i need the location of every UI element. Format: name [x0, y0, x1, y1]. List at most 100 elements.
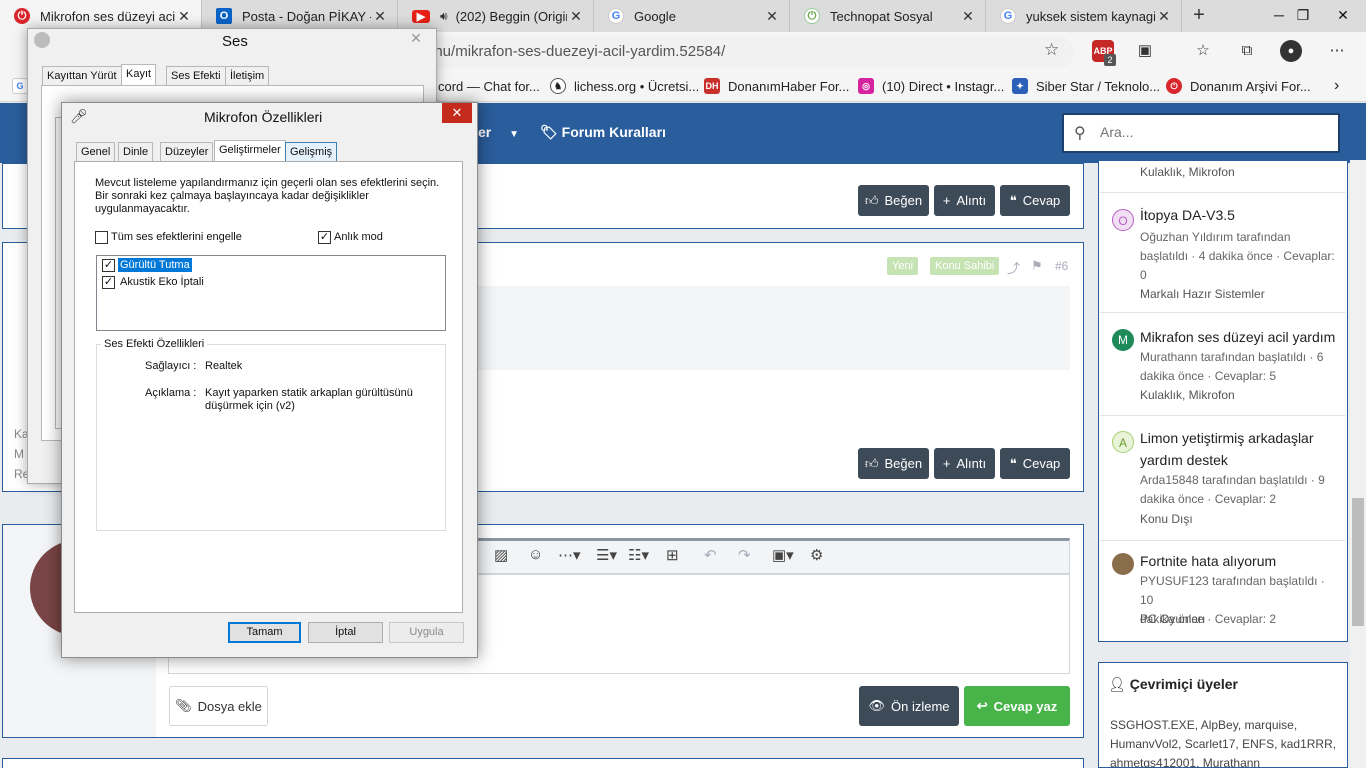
instagram-icon: ◎ — [858, 78, 874, 94]
nav-item-partial[interactable]: er ▼ — [478, 124, 519, 140]
favorite-star-icon[interactable]: ☆ — [1044, 40, 1059, 60]
echo-cancellation-checkbox[interactable]: ✓ — [102, 276, 115, 289]
cancel-button[interactable]: İptal — [308, 622, 383, 643]
close-icon[interactable]: ✕ — [371, 8, 389, 25]
tab-listen[interactable]: Dinle — [118, 142, 154, 162]
redo-icon[interactable]: ↷ — [738, 546, 751, 564]
collections-icon[interactable]: ⧉ — [1236, 40, 1258, 62]
thread-title[interactable]: İtopya DA-V3.5 — [1140, 204, 1235, 226]
avatar[interactable]: O — [1112, 209, 1134, 231]
close-icon[interactable]: ✕ — [567, 8, 585, 25]
tab-levels[interactable]: Düzeyler — [160, 142, 214, 162]
page-scrollbar[interactable] — [1350, 160, 1366, 768]
sound-dialog-icon — [34, 32, 50, 48]
bookmark-icon[interactable]: ⚑ — [1031, 258, 1043, 274]
thread-title[interactable]: Mikrafon ses düzeyi acil yardım — [1140, 326, 1335, 348]
close-icon[interactable]: ✕ — [402, 28, 430, 48]
reply-button[interactable]: ❝ Cevap — [1000, 448, 1070, 479]
avatar[interactable]: A — [1112, 431, 1134, 453]
thread-category[interactable]: Markalı Hazır Sistemler — [1140, 287, 1265, 301]
save-draft-icon[interactable]: ▣▾ — [772, 546, 794, 564]
online-members-list[interactable]: SSGHOST.EXE, AlpBey, marquise, HumanvVol… — [1110, 716, 1338, 768]
bookmark-discord[interactable]: cord — Chat for... — [438, 76, 540, 96]
bookmark-siberstar[interactable]: ✦ Siber Star / Teknolo... — [1012, 76, 1160, 96]
favorites-icon[interactable]: ☆ — [1192, 40, 1214, 62]
avatar[interactable] — [1112, 553, 1134, 575]
noise-suppression-checkbox[interactable]: ✓ — [102, 259, 115, 272]
post-number[interactable]: #6 — [1055, 259, 1068, 273]
provider-value: Realtek — [205, 360, 243, 372]
instant-mode-label[interactable]: Anlık mod — [334, 231, 383, 243]
undo-icon[interactable]: ↶ — [704, 546, 717, 564]
ok-button[interactable]: Tamam — [228, 622, 301, 643]
tab-enhancements[interactable]: Geliştirmeler — [214, 140, 286, 162]
more-menu-icon[interactable]: ⋯ — [1326, 40, 1348, 62]
url-text[interactable]: onu/mikrafon-ses-duezeyi-acil-yardim.525… — [426, 43, 725, 60]
close-icon[interactable]: ✕ — [1155, 8, 1173, 25]
tab-playback[interactable]: Kayıttan Yürüt — [42, 66, 122, 86]
disable-all-effects-checkbox[interactable] — [95, 231, 108, 244]
speaker-icon[interactable]: 🔊︎ — [440, 9, 448, 24]
thread-title[interactable]: Fortnite hata alıyorum — [1140, 550, 1276, 572]
window-close-icon[interactable]: ✕ — [1320, 0, 1366, 30]
site-search-box[interactable]: ⚲ — [1062, 113, 1340, 153]
align-icon[interactable]: ☰▾ — [596, 546, 617, 564]
attach-file-button[interactable]: 📎︎ Dosya ekle — [169, 686, 268, 726]
table-icon[interactable]: ⊞ — [666, 546, 679, 564]
scrollbar-thumb[interactable] — [1352, 498, 1364, 626]
like-button[interactable]: 👍︎ Beğen — [858, 448, 929, 479]
more-options-icon[interactable]: ⋯▾ — [558, 546, 581, 564]
technopat-icon: ⏻ — [1166, 78, 1182, 94]
tab-recording[interactable]: Kayıt — [121, 64, 157, 86]
apply-button[interactable]: Uygula — [389, 622, 464, 643]
bookmarks-overflow-icon[interactable]: › — [1334, 76, 1339, 96]
close-icon[interactable]: ✕ — [763, 8, 781, 25]
bookmark-donanim-arsivi[interactable]: ⏻ Donanım Arşivi For... — [1166, 76, 1311, 96]
echo-cancellation-item[interactable]: Akustik Eko İptali — [120, 276, 204, 288]
close-icon[interactable]: ✕ — [959, 8, 977, 25]
reply-button[interactable]: ❝ Cevap — [1000, 185, 1070, 216]
quote-button[interactable]: + Alıntı — [934, 185, 995, 216]
thread-category[interactable]: Kulaklık, Mikrofon — [1140, 165, 1235, 179]
insert-image-icon[interactable]: ▨ — [494, 546, 508, 564]
thread-title[interactable]: Limon yetiştirmiş arkadaşlar yardım dest… — [1140, 427, 1340, 471]
search-input[interactable] — [1100, 124, 1330, 140]
thread-category[interactable]: Kulaklık, Mikrofon — [1140, 388, 1235, 402]
bookmark-instagram[interactable]: ◎ (10) Direct • Instagr... — [858, 76, 1004, 96]
close-icon[interactable]: ✕ — [442, 103, 472, 123]
youtube-icon: ▶ — [412, 9, 430, 23]
new-tab-button[interactable]: + — [1188, 4, 1210, 26]
settings-gear-icon[interactable]: ⚙ — [810, 546, 823, 564]
extension-icon[interactable]: ▣ — [1134, 40, 1156, 62]
like-button[interactable]: 👍︎ Beğen — [858, 185, 929, 216]
disable-all-effects-label[interactable]: Tüm ses efektlerini engelle — [111, 231, 242, 243]
eye-icon: 👁︎ — [868, 698, 885, 713]
profile-avatar[interactable]: ● — [1280, 40, 1302, 62]
avatar[interactable]: M — [1112, 329, 1134, 351]
tab-sound-effects[interactable]: Ses Efekti — [166, 66, 226, 86]
emoji-icon[interactable]: ☺ — [528, 546, 543, 563]
tab-google[interactable]: G Google ✕ — [594, 0, 790, 32]
tab-communication[interactable]: İletişim — [225, 66, 270, 86]
quote-button[interactable]: + Alıntı — [934, 448, 995, 479]
nav-item-forum-rules[interactable]: 🏷︎ Forum Kuralları — [540, 124, 666, 141]
power-icon: ⏻ — [804, 8, 820, 24]
close-icon[interactable]: ✕ — [175, 8, 193, 25]
tab-general[interactable]: Genel — [76, 142, 116, 162]
tab-yuksek-sistem[interactable]: G yuksek sistem kaynagi k ✕ — [986, 0, 1182, 32]
effect-properties-group — [96, 344, 446, 531]
bookmark-donanimhaber[interactable]: DH DonanımHaber For... — [704, 76, 849, 96]
share-icon[interactable]: ⤴ — [1007, 258, 1020, 277]
microphone-icon: 🎤︎ — [70, 108, 88, 124]
thread-category[interactable]: Konu Dışı — [1140, 512, 1193, 526]
google-icon: G — [608, 8, 624, 24]
post-reply-button[interactable]: ↩ Cevap yaz — [964, 686, 1070, 726]
list-icon[interactable]: ☷▾ — [628, 546, 649, 564]
thread-category[interactable]: PC Oyunları — [1140, 612, 1205, 626]
tab-advanced[interactable]: Gelişmiş — [285, 142, 338, 162]
bookmark-lichess[interactable]: ♞ lichess.org • Ücretsi... — [550, 76, 699, 96]
tab-technopat-sosyal[interactable]: ⏻ Technopat Sosyal ✕ — [790, 0, 986, 32]
instant-mode-checkbox[interactable]: ✓ — [318, 231, 331, 244]
preview-button[interactable]: 👁︎ Ön izleme — [859, 686, 959, 726]
noise-suppression-item[interactable]: Gürültü Tutma — [118, 258, 192, 272]
